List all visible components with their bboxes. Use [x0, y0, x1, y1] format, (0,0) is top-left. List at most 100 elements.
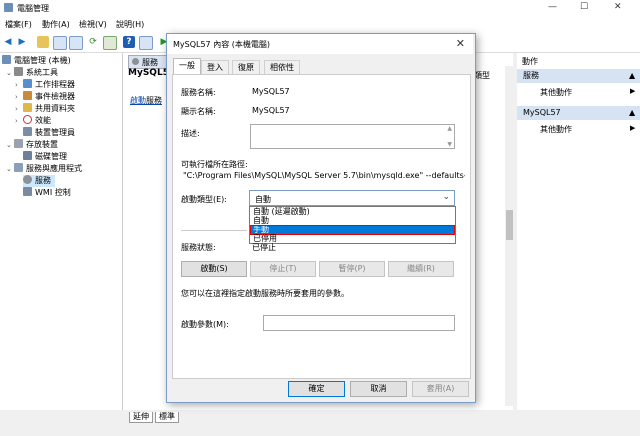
display-name-value: MySQL57: [252, 106, 290, 115]
gear-icon: [132, 58, 139, 65]
menu-view[interactable]: 檢視(V): [79, 19, 107, 30]
menu-action[interactable]: 動作(A): [42, 19, 70, 30]
menu-bar: 檔案(F) 動作(A) 檢視(V) 說明(H): [0, 16, 640, 32]
menu-file[interactable]: 檔案(F): [5, 19, 32, 30]
more-actions-mysql57[interactable]: 其他動作: [540, 124, 572, 135]
tab-logon[interactable]: 登入: [201, 60, 229, 75]
tab-recovery[interactable]: 復原: [232, 60, 260, 75]
startup-type-selected: 自動: [255, 195, 271, 204]
collapse-arrow-icon[interactable]: ▲: [629, 69, 635, 83]
properties-icon[interactable]: [69, 36, 83, 50]
tree-disk-management[interactable]: 磁碟管理: [23, 151, 67, 163]
tree-event-viewer[interactable]: › 事件檢視器: [15, 91, 75, 103]
export-list-icon[interactable]: [103, 36, 117, 50]
resume-button[interactable]: 繼續(R): [388, 261, 454, 277]
start-params-label: 啟動參數(M):: [181, 320, 229, 329]
start-service-link[interactable]: 啟動: [130, 96, 146, 105]
tree-label: 裝置管理員: [35, 128, 75, 137]
start-button[interactable]: 啟動(S): [181, 261, 247, 277]
option-auto-delayed[interactable]: 自動 (延遲啟動): [251, 208, 454, 216]
tree-shared-folders[interactable]: › 共用資料夾: [15, 103, 75, 115]
chevron-down-icon[interactable]: ⌄: [6, 139, 14, 151]
show-hide-tree-icon[interactable]: [53, 36, 67, 50]
tree-device-manager[interactable]: 裝置管理員: [23, 127, 75, 139]
chevron-down-icon[interactable]: ⌄: [6, 163, 14, 175]
tree-label: 服務與應用程式: [26, 164, 82, 173]
tree-label: WMI 控制: [35, 188, 71, 197]
apply-button[interactable]: 套用(A): [412, 381, 469, 397]
startup-type-dropdown[interactable]: 自動 ⌄: [249, 190, 455, 206]
window-titlebar: 電腦管理 — ☐ ✕: [0, 0, 640, 16]
stop-button[interactable]: 停止(T): [250, 261, 316, 277]
tree-system-tools[interactable]: ⌄ 系統工具: [6, 67, 58, 79]
option-manual[interactable]: 手動: [250, 225, 455, 235]
scroll-down-icon[interactable]: ▼: [447, 141, 452, 148]
actions-group-mysql57[interactable]: MySQL57 ▲: [517, 106, 640, 120]
start-params-input[interactable]: [263, 315, 455, 331]
dialog-close-button[interactable]: ✕: [456, 37, 465, 50]
tree-performance[interactable]: › 效能: [15, 115, 51, 127]
tree-services[interactable]: 服務: [23, 175, 55, 187]
performance-icon: [23, 115, 32, 124]
executable-path-label: 可執行檔所在路徑:: [181, 160, 248, 169]
option-disabled[interactable]: 已停用: [251, 235, 454, 243]
minimize-button[interactable]: —: [548, 2, 557, 12]
service-status-value: 已停止: [252, 243, 276, 252]
actions-group-services[interactable]: 服務 ▲: [517, 69, 640, 83]
description-field[interactable]: ▲ ▼: [250, 124, 455, 149]
tree-label: 服務: [35, 176, 51, 185]
disk-icon: [23, 151, 32, 160]
services-header-tab: 服務: [128, 55, 170, 69]
chevron-down-icon[interactable]: ⌄: [442, 192, 450, 202]
chevron-right-icon[interactable]: ›: [15, 79, 23, 91]
tab-general[interactable]: 一般: [173, 58, 201, 75]
option-auto[interactable]: 自動: [251, 217, 454, 225]
ok-button[interactable]: 確定: [288, 381, 345, 397]
tree-wmi[interactable]: WMI 控制: [23, 187, 71, 199]
view-icon[interactable]: [139, 36, 153, 50]
tree-task-scheduler[interactable]: › 工作排程器: [15, 79, 75, 91]
tab-extended[interactable]: 延伸: [129, 412, 153, 423]
computer-management-icon: [2, 55, 11, 64]
menu-help[interactable]: 說明(H): [116, 19, 144, 30]
tree-root[interactable]: 電腦管理 (本機): [2, 55, 71, 67]
tree-label: 存放裝置: [26, 140, 58, 149]
refresh-icon[interactable]: ⟳: [87, 36, 99, 48]
tab-dependencies[interactable]: 相依性: [264, 60, 300, 75]
tree-services-apps[interactable]: ⌄ 服務與應用程式: [6, 163, 82, 175]
actions-group-label: MySQL57: [523, 108, 561, 117]
chevron-right-icon[interactable]: ›: [15, 115, 23, 127]
tree-label: 工作排程器: [35, 80, 75, 89]
chevron-right-icon[interactable]: ›: [15, 91, 23, 103]
forward-icon[interactable]: ▶: [16, 36, 28, 48]
tree-label: 共用資料夾: [35, 104, 75, 113]
pause-button[interactable]: 暫停(P): [319, 261, 385, 277]
tab-standard[interactable]: 標準: [155, 412, 179, 423]
chevron-right-icon[interactable]: ›: [15, 103, 23, 115]
service-name-label: 服務名稱:: [181, 88, 216, 97]
scroll-up-icon[interactable]: ▲: [447, 125, 452, 132]
separator: [181, 230, 247, 231]
service-status-label: 服務狀態:: [181, 243, 216, 252]
gear-icon: [23, 175, 32, 184]
chevron-down-icon[interactable]: ⌄: [6, 67, 14, 79]
scrollbar-thumb[interactable]: [506, 210, 513, 240]
clock-icon: [23, 79, 32, 88]
executable-path-value: "C:\Program Files\MySQL\MySQL Server 5.7…: [183, 171, 465, 180]
actions-title: 動作: [522, 57, 538, 66]
actions-group-label: 服務: [523, 71, 539, 80]
event-log-icon: [23, 91, 32, 100]
collapse-arrow-icon[interactable]: ▲: [629, 106, 635, 120]
more-actions-services[interactable]: 其他動作: [540, 87, 572, 98]
tree-label: 系統工具: [26, 68, 58, 77]
tree-storage[interactable]: ⌄ 存放裝置: [6, 139, 58, 151]
maximize-button[interactable]: ☐: [580, 2, 588, 12]
startup-type-label: 啟動類型(E):: [181, 195, 227, 204]
help-icon[interactable]: ?: [123, 36, 135, 48]
cancel-button[interactable]: 取消: [350, 381, 407, 397]
close-button[interactable]: ✕: [614, 2, 622, 12]
up-folder-icon[interactable]: [37, 36, 49, 48]
services-header-label: 服務: [142, 58, 158, 67]
window-title: 電腦管理: [17, 4, 49, 13]
back-icon[interactable]: ◀: [2, 36, 14, 48]
